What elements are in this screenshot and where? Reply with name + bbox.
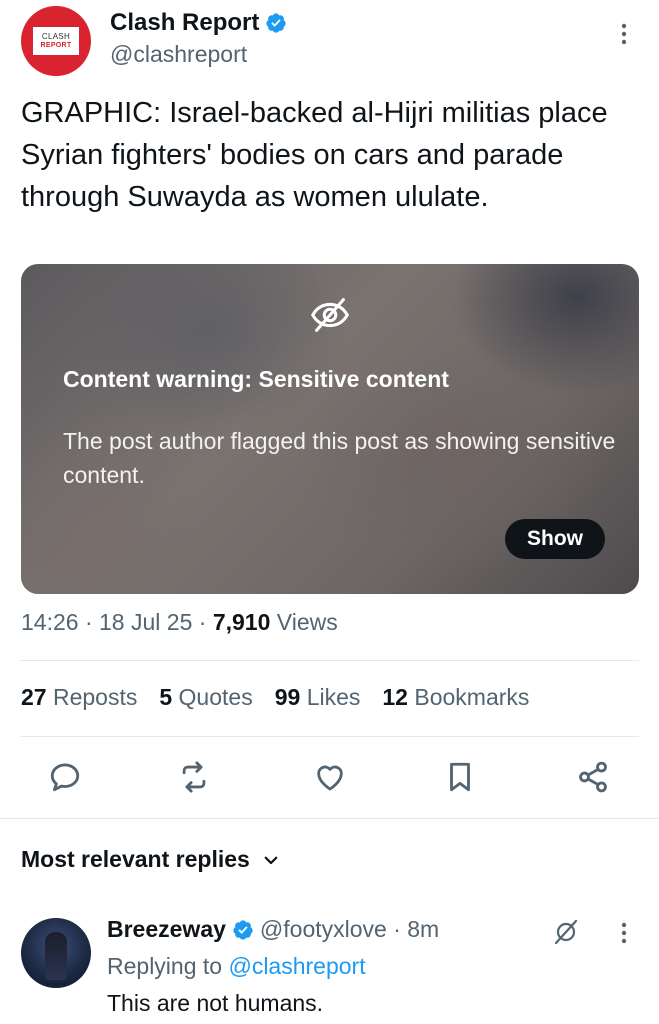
verified-badge-icon [266, 13, 286, 33]
like-icon[interactable] [313, 760, 347, 794]
author-name-row[interactable]: Clash Report [110, 9, 287, 37]
views-count: 7,910 [212, 609, 271, 635]
avatar-logo-line2: REPORT [40, 42, 72, 49]
meta-separator: · [78, 609, 100, 635]
chevron-down-icon [264, 856, 278, 864]
bookmarks-label: Bookmarks [414, 684, 530, 710]
reposts-count: 27 [21, 684, 47, 710]
likes-label: Likes [306, 684, 361, 710]
views-label: Views [270, 609, 338, 636]
bookmark-icon[interactable] [443, 760, 477, 794]
quotes-label: Quotes [178, 684, 253, 710]
tweet-meta: 14:26 · 18 Jul 25 · 7,910 Views [21, 609, 338, 636]
hidden-reply-icon[interactable] [552, 918, 580, 946]
replying-to: Replying to @clashreport [107, 953, 366, 980]
tweet-date[interactable]: 18 Jul 25 [99, 609, 192, 636]
engagement-stats: 27 Reposts 5 Quotes 99 Likes 12 Bookmark… [21, 684, 551, 711]
bookmarks-stat[interactable]: 12 Bookmarks [382, 684, 529, 711]
views-label-text: Views [276, 609, 338, 635]
divider [0, 818, 659, 819]
quotes-count: 5 [159, 684, 173, 710]
reply-avatar[interactable] [21, 918, 91, 988]
tweet-text: GRAPHIC: Israel-backed al-Hijri militias… [21, 97, 608, 213]
avatar-logo-line1: CLASH [41, 32, 71, 41]
author-avatar[interactable]: CLASH REPORT [21, 6, 91, 76]
author-name[interactable]: Clash Report [110, 9, 259, 37]
reply-handle-time[interactable]: @footyxlove · 8m [260, 916, 439, 943]
reply-more-options-icon[interactable] [612, 918, 636, 948]
replying-to-mention[interactable]: @clashreport [228, 953, 365, 979]
replies-sort-label: Most relevant replies [21, 846, 250, 872]
tweet-time[interactable]: 14:26 [21, 609, 79, 636]
eye-off-icon [310, 298, 350, 332]
show-media-button[interactable]: Show [505, 519, 605, 559]
reposts-label: Reposts [52, 684, 138, 710]
repost-icon[interactable] [177, 760, 211, 794]
verified-badge-icon [233, 919, 253, 940]
likes-stat[interactable]: 99 Likes [275, 684, 361, 711]
reply-text: This are not humans. [107, 990, 324, 1016]
divider [21, 736, 639, 737]
sensitive-media[interactable]: Content warning: Sensitive content The p… [21, 264, 639, 594]
content-warning-title: Content warning: Sensitive content [63, 366, 449, 392]
reply-header: Breezeway @footyxlove · 8m [107, 916, 439, 943]
quotes-stat[interactable]: 5 Quotes [159, 684, 252, 711]
meta-separator: · [192, 609, 213, 635]
replying-to-prefix: Replying to [107, 953, 229, 979]
bookmarks-count: 12 [382, 684, 408, 710]
reply-icon[interactable] [48, 760, 82, 794]
avatar-figure [45, 932, 67, 980]
share-icon[interactable] [576, 760, 610, 794]
content-warning-body: The post author flagged this post as sho… [63, 428, 616, 488]
author-handle[interactable]: @clashreport [110, 41, 247, 68]
replies-sort-dropdown[interactable]: Most relevant replies [21, 846, 280, 873]
reposts-stat[interactable]: 27 Reposts [21, 684, 137, 711]
divider [21, 660, 639, 661]
reply-author-name[interactable]: Breezeway [107, 916, 226, 943]
more-options-icon[interactable] [612, 18, 636, 50]
avatar-logo: CLASH REPORT [33, 27, 79, 55]
likes-count: 99 [274, 684, 301, 710]
